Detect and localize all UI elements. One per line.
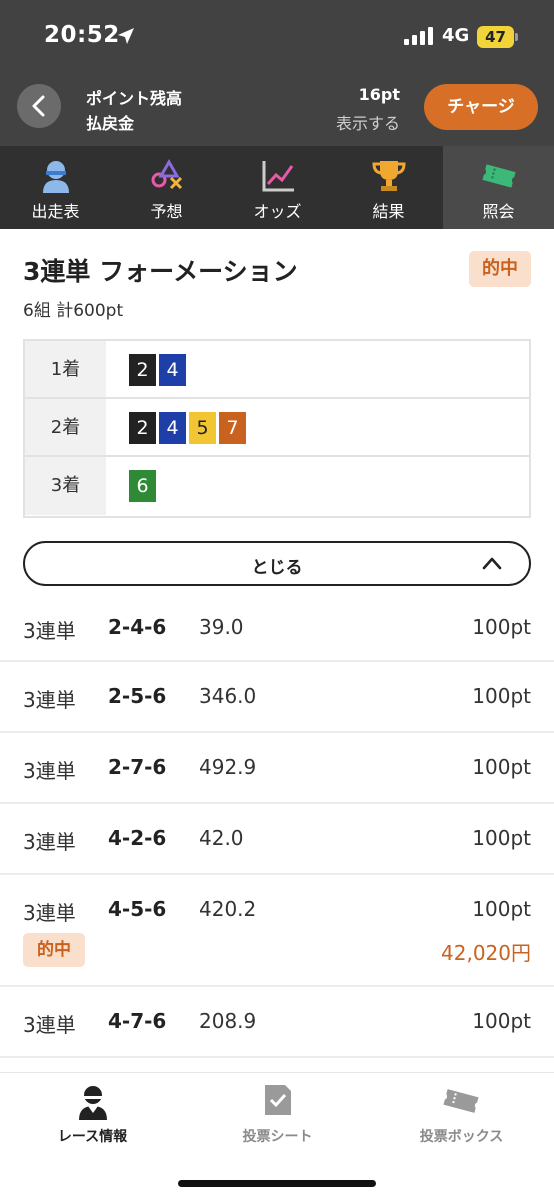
ticket-icon <box>482 164 516 188</box>
boat-chips: 24 <box>129 354 189 386</box>
nav-vote-box[interactable]: 投票ボックス <box>369 1073 554 1163</box>
back-button[interactable] <box>17 84 61 128</box>
row-amount: 100pt <box>472 755 531 779</box>
network-type: 4G <box>442 25 470 46</box>
row-combination: 2-7-6 <box>108 755 167 779</box>
jockey-icon <box>79 1086 107 1120</box>
formation-row: 1着 24 <box>25 341 529 399</box>
hit-badge: 的中 <box>469 251 531 287</box>
boat-number-chip: 2 <box>129 354 156 386</box>
formation-row: 2着 2457 <box>25 399 529 457</box>
row-combination: 4-2-6 <box>108 826 167 850</box>
close-button[interactable]: とじる <box>23 541 531 586</box>
row-combination: 2-4-6 <box>108 615 167 639</box>
bet-type-title: 3連単 フォーメーション <box>23 257 298 286</box>
row-odds: 420.2 <box>199 897 257 921</box>
row-odds: 346.0 <box>199 684 257 708</box>
battery-icon: 47 <box>477 26 518 48</box>
formation-table: 1着 24 2着 2457 3着 6 <box>23 339 531 518</box>
jockey-icon <box>43 161 69 193</box>
row-amount: 100pt <box>472 897 531 921</box>
row-bet-type: 3連単 <box>23 619 76 643</box>
shapes-icon <box>151 158 183 190</box>
table-row: 3連単 4-7-6 208.9 100pt <box>0 987 554 1058</box>
status-time: 20:52 <box>44 22 120 48</box>
row-amount: 100pt <box>472 684 531 708</box>
row-amount: 100pt <box>472 1009 531 1033</box>
sheet-check-icon <box>265 1085 291 1115</box>
row-odds: 39.0 <box>199 615 244 639</box>
charge-button[interactable]: チャージ <box>424 84 538 130</box>
tab-odds[interactable]: オッズ <box>222 146 333 229</box>
row-combination: 4-5-6 <box>108 897 167 921</box>
row-amount: 100pt <box>472 826 531 850</box>
signal-icon <box>404 27 434 45</box>
tab-label: 予想 <box>150 202 183 221</box>
tab-entries[interactable]: 出走表 <box>0 146 111 229</box>
refund-label: 払戻金 <box>86 114 135 133</box>
nav-label: レース情報 <box>57 1129 128 1145</box>
boat-number-chip: 2 <box>129 412 156 444</box>
tab-label: オッズ <box>253 202 302 221</box>
boat-number-chip: 5 <box>189 412 216 444</box>
boat-chips: 6 <box>129 470 159 502</box>
race-tabs: 出走表 予想 オッズ 結果 照会 <box>0 146 554 229</box>
tab-inquiry[interactable]: 照会 <box>443 146 554 229</box>
show-refund-link[interactable]: 表示する <box>336 110 400 134</box>
row-bet-type: 3連単 <box>23 688 76 712</box>
home-indicator <box>178 1180 376 1187</box>
close-button-label: とじる <box>251 558 303 578</box>
chart-icon <box>262 161 294 192</box>
boat-number-chip: 4 <box>159 354 186 386</box>
tab-prediction[interactable]: 予想 <box>111 146 222 229</box>
formation-row: 3着 6 <box>25 457 529 515</box>
bet-summary: 6組 計600pt <box>23 301 124 321</box>
ticket-icon <box>443 1089 479 1113</box>
points-label: ポイント残高 <box>86 89 183 108</box>
nav-race-info[interactable]: レース情報 <box>0 1073 185 1163</box>
tab-label: 出走表 <box>31 202 80 221</box>
chevron-up-icon <box>482 557 502 570</box>
row-amount: 100pt <box>472 615 531 639</box>
row-payout: 42,020円 <box>441 941 531 965</box>
status-bar: 20:52 4G 47 <box>0 0 554 72</box>
chevron-left-icon <box>32 95 45 117</box>
row-bet-type: 3連単 <box>23 1013 76 1037</box>
row-bet-type: 3連単 <box>23 901 76 925</box>
boat-number-chip: 7 <box>219 412 246 444</box>
top-header: 20:52 4G 47 ポイント残高 払戻金 16pt 表示する チャージ <box>0 0 554 146</box>
boat-chips: 2457 <box>129 412 249 444</box>
row-bet-type: 3連単 <box>23 830 76 854</box>
nav-label: 投票シート <box>242 1129 313 1145</box>
boat-number-chip: 4 <box>159 412 186 444</box>
location-arrow-icon <box>118 28 134 44</box>
row-combination: 2-5-6 <box>108 684 167 708</box>
points-value: 16pt <box>358 85 400 104</box>
table-row-hit: 3連単 4-5-6 420.2 100pt 的中 42,020円 <box>0 875 554 987</box>
place-label: 1着 <box>25 341 106 397</box>
table-row: 3連単 2-7-6 492.9 100pt <box>0 733 554 804</box>
nav-vote-sheet[interactable]: 投票シート <box>185 1073 370 1163</box>
row-odds: 492.9 <box>199 755 257 779</box>
table-row: 3連単 4-2-6 42.0 100pt <box>0 804 554 875</box>
row-combination: 4-7-6 <box>108 1009 167 1033</box>
row-odds: 208.9 <box>199 1009 257 1033</box>
row-odds: 42.0 <box>199 826 244 850</box>
tab-label: 照会 <box>482 202 515 221</box>
trophy-icon <box>372 161 406 191</box>
place-label: 3着 <box>25 457 106 515</box>
table-row: 3連単 2-4-6 39.0 100pt <box>0 590 554 662</box>
boat-number-chip: 6 <box>129 470 156 502</box>
row-hit-badge: 的中 <box>23 933 85 967</box>
tab-label: 結果 <box>372 202 405 221</box>
place-label: 2着 <box>25 399 106 455</box>
nav-label: 投票ボックス <box>419 1129 504 1145</box>
row-bet-type: 3連単 <box>23 759 76 783</box>
tab-results[interactable]: 結果 <box>333 146 444 229</box>
table-row: 3連単 2-5-6 346.0 100pt <box>0 662 554 733</box>
